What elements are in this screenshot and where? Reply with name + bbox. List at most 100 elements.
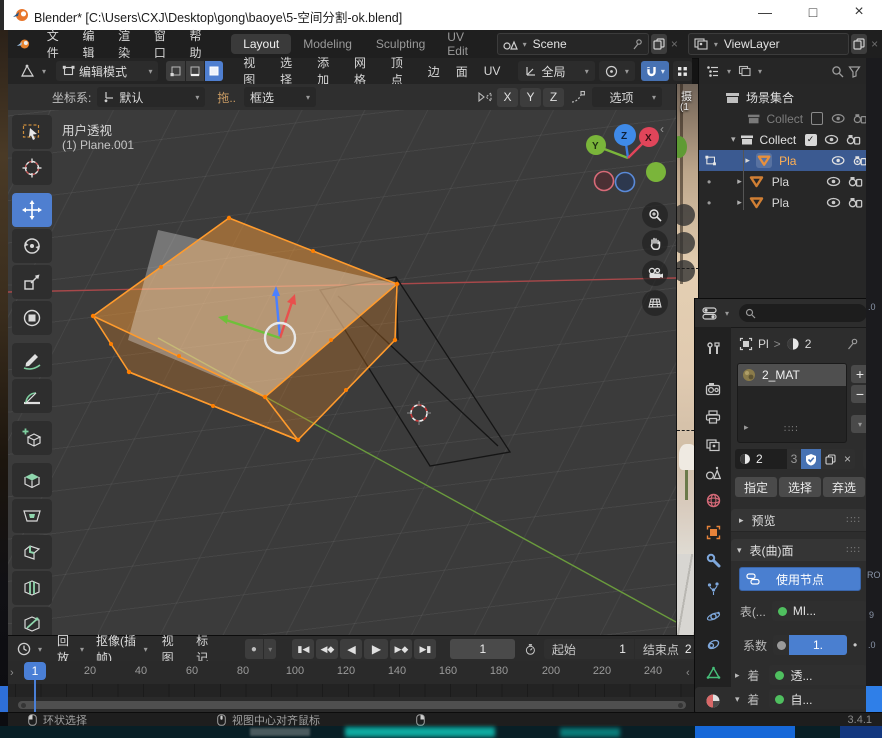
pin-icon[interactable] bbox=[631, 38, 644, 51]
exclude-checkbox-checked[interactable]: ✓ bbox=[805, 134, 817, 146]
auto-keying-toggle[interactable]: ● bbox=[245, 639, 263, 659]
tool-add-cube[interactable] bbox=[12, 421, 52, 455]
exclude-checkbox-unchecked[interactable] bbox=[811, 112, 824, 125]
timeline-editor-type-button[interactable]: ▾ bbox=[14, 639, 45, 659]
strip-nav-button[interactable] bbox=[676, 260, 695, 282]
panel-surface-header[interactable]: ▾ 表(曲)面 ∷∷ bbox=[731, 539, 867, 561]
scrollbar-end-dot[interactable] bbox=[21, 703, 26, 708]
tool-extrude-region[interactable] bbox=[12, 463, 52, 497]
options-dropdown[interactable]: 选项 ▾ bbox=[592, 87, 662, 107]
tab-tool[interactable] bbox=[695, 335, 731, 362]
outliner-row-scene-collection[interactable]: 场景集合 bbox=[699, 87, 867, 108]
scrollbar-end-dot[interactable] bbox=[678, 703, 683, 708]
tab-view-layer[interactable] bbox=[695, 431, 731, 458]
close-button[interactable]: × bbox=[842, 3, 876, 21]
tab-particles[interactable] bbox=[695, 575, 731, 602]
fake-user-toggle[interactable] bbox=[801, 449, 821, 469]
tool-loop-cut[interactable] bbox=[12, 571, 52, 605]
frame-end-field[interactable]: 结束点 2 bbox=[635, 639, 694, 659]
collapse-region-icon[interactable]: ‹ bbox=[660, 122, 664, 136]
factor-socket-button[interactable] bbox=[773, 635, 789, 655]
render-camera-icon[interactable] bbox=[848, 176, 863, 188]
deselect-button[interactable]: 弃选 bbox=[823, 477, 865, 497]
tab-render[interactable] bbox=[695, 375, 731, 402]
breadcrumb-object[interactable]: Pl bbox=[758, 337, 769, 351]
stopwatch-icon[interactable] bbox=[525, 642, 536, 657]
menu-render[interactable]: 渲染 bbox=[110, 27, 146, 61]
mirror-x-toggle[interactable]: X bbox=[497, 88, 518, 107]
tab-modifiers[interactable] bbox=[695, 547, 731, 574]
render-camera-icon[interactable] bbox=[853, 155, 867, 167]
drag-handle-icon[interactable]: ∷∷ bbox=[784, 424, 799, 435]
material-slot-active[interactable]: 2_MAT bbox=[738, 364, 846, 386]
breadcrumb-material[interactable]: 2 bbox=[805, 337, 812, 351]
disclosure-open-icon[interactable]: ▾ bbox=[731, 134, 736, 145]
viewlayer-name[interactable]: ViewLayer bbox=[718, 37, 848, 51]
tool-scale[interactable] bbox=[12, 265, 52, 299]
drag-handle-icon[interactable]: ∷∷ bbox=[846, 545, 861, 556]
ortho-toggle-button[interactable] bbox=[642, 290, 668, 316]
orientation-dropdown[interactable]: 全局 ▾ bbox=[518, 61, 594, 81]
menu-view[interactable]: 视图 bbox=[235, 54, 272, 88]
material-slot-list[interactable]: 2_MAT ∷∷ ▸ bbox=[737, 363, 847, 443]
outliner-row-collection-disabled[interactable]: Collect bbox=[699, 108, 867, 129]
use-nodes-button[interactable]: 使用节点 bbox=[739, 567, 861, 591]
render-camera-icon[interactable] bbox=[853, 113, 867, 125]
keying-set-dropdown[interactable]: ▾ bbox=[264, 639, 276, 659]
unlink-material-button[interactable]: × bbox=[840, 449, 855, 469]
strip-nav-button[interactable] bbox=[676, 232, 695, 254]
menu-edit[interactable]: 编辑 bbox=[74, 27, 110, 61]
frame-start-field[interactable]: 起始 1 bbox=[544, 639, 634, 659]
workspace-tab-layout[interactable]: Layout bbox=[231, 34, 291, 54]
mirror-y-toggle[interactable]: Y bbox=[520, 88, 541, 107]
menu-face[interactable]: 面 bbox=[448, 63, 476, 80]
menu-help[interactable]: 帮助 bbox=[182, 27, 218, 61]
properties-search-input[interactable] bbox=[739, 304, 867, 322]
hide-eye-icon[interactable] bbox=[826, 197, 841, 208]
jump-to-start-button[interactable]: ▮◀ bbox=[292, 639, 314, 659]
falloff-icon[interactable] bbox=[570, 90, 586, 104]
tool-knife[interactable] bbox=[12, 607, 52, 635]
tool-move[interactable] bbox=[12, 193, 52, 227]
hide-eye-icon[interactable] bbox=[824, 134, 839, 145]
surface-shader-dropdown[interactable]: MI... bbox=[772, 601, 867, 621]
outliner-row-object[interactable]: • ▸ Pla bbox=[699, 171, 867, 192]
blender-menu-icon[interactable] bbox=[16, 36, 31, 52]
remove-viewlayer-icon[interactable]: × bbox=[867, 37, 882, 51]
select-mode-face-button[interactable] bbox=[205, 61, 223, 81]
playhead-frame-badge[interactable]: 1 bbox=[24, 662, 46, 680]
properties-editor-type-button[interactable]: ▾ bbox=[700, 303, 731, 323]
coord-system-dropdown[interactable]: 默认 ▾ bbox=[97, 87, 205, 107]
tool-cursor[interactable] bbox=[12, 151, 52, 185]
new-material-button[interactable] bbox=[821, 449, 840, 469]
filter-funnel-icon[interactable] bbox=[848, 65, 861, 78]
tab-object[interactable] bbox=[695, 519, 731, 546]
jump-to-end-button[interactable]: ▶▮ bbox=[414, 639, 436, 659]
menu-mesh[interactable]: 网格 bbox=[346, 54, 383, 88]
material-name[interactable]: 2 bbox=[756, 452, 763, 466]
menu-edge[interactable]: 边 bbox=[420, 63, 448, 80]
disclosure-closed-icon[interactable]: ▸ bbox=[737, 176, 742, 187]
outliner-row-object[interactable]: • ▸ Pla bbox=[699, 192, 867, 213]
render-camera-icon[interactable] bbox=[848, 197, 863, 209]
disclosure-closed-icon[interactable]: ▸ bbox=[745, 155, 750, 166]
strip-nav-button[interactable] bbox=[676, 204, 695, 226]
expand-panel-icon[interactable]: › bbox=[10, 667, 14, 679]
tab-output[interactable] bbox=[695, 403, 731, 430]
maximize-button[interactable]: □ bbox=[796, 4, 830, 20]
current-frame-field[interactable]: 1 bbox=[450, 639, 515, 659]
hide-eye-icon[interactable] bbox=[831, 113, 845, 124]
new-scene-button[interactable] bbox=[651, 34, 667, 54]
tool-bevel[interactable] bbox=[12, 535, 52, 569]
assign-button[interactable]: 指定 bbox=[735, 477, 777, 497]
scene-name[interactable]: Scene bbox=[527, 37, 631, 51]
select-button[interactable]: 选择 bbox=[779, 477, 821, 497]
tool-rotate[interactable] bbox=[12, 229, 52, 263]
pin-icon[interactable] bbox=[846, 338, 859, 351]
snap-toggle[interactable]: ▾ bbox=[641, 61, 669, 81]
menu-uv[interactable]: UV bbox=[476, 64, 509, 78]
play-button[interactable]: ▶ bbox=[364, 639, 388, 659]
tab-material[interactable] bbox=[695, 687, 731, 714]
factor-slider[interactable]: 1. bbox=[789, 635, 847, 655]
select-mode-edge-button[interactable] bbox=[186, 61, 204, 81]
